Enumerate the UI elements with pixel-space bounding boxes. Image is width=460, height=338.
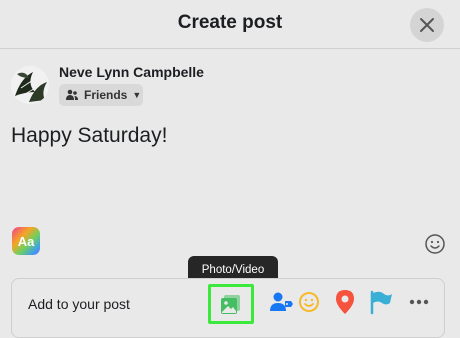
audience-label: Friends <box>84 88 128 102</box>
header: Create post <box>0 0 460 49</box>
check-in-button[interactable] <box>330 287 360 317</box>
tag-people-button[interactable] <box>266 287 296 317</box>
check-in-icon <box>336 290 354 314</box>
chevron-down-icon: ▼ <box>132 90 142 100</box>
tag-people-icon <box>270 292 293 311</box>
text-style-button[interactable]: Aa <box>12 227 40 255</box>
page-title: Create post <box>177 12 283 33</box>
feeling-icon <box>299 292 319 312</box>
photo-video-button[interactable] <box>208 284 254 324</box>
post-text-input[interactable]: Happy Saturday! <box>11 124 167 148</box>
more-options-button[interactable] <box>404 287 434 317</box>
avatar[interactable] <box>11 66 49 104</box>
close-button[interactable] <box>410 8 444 42</box>
add-to-post-bar: Add to your post <box>11 278 445 338</box>
audience-selector[interactable]: Friends ▼ <box>59 84 143 106</box>
feeling-button[interactable] <box>294 287 324 317</box>
close-icon <box>420 18 434 32</box>
user-name: Neve Lynn Campbelle <box>59 64 204 80</box>
friends-icon <box>65 88 79 102</box>
emoji-icon[interactable] <box>424 233 446 255</box>
text-style-label: Aa <box>17 233 35 249</box>
photo-video-icon <box>221 295 240 314</box>
event-flag-button[interactable] <box>366 287 396 317</box>
avatar-image <box>11 66 49 104</box>
add-to-post-label: Add to your post <box>28 296 130 312</box>
event-flag-icon <box>370 290 392 315</box>
more-icon <box>409 299 429 305</box>
